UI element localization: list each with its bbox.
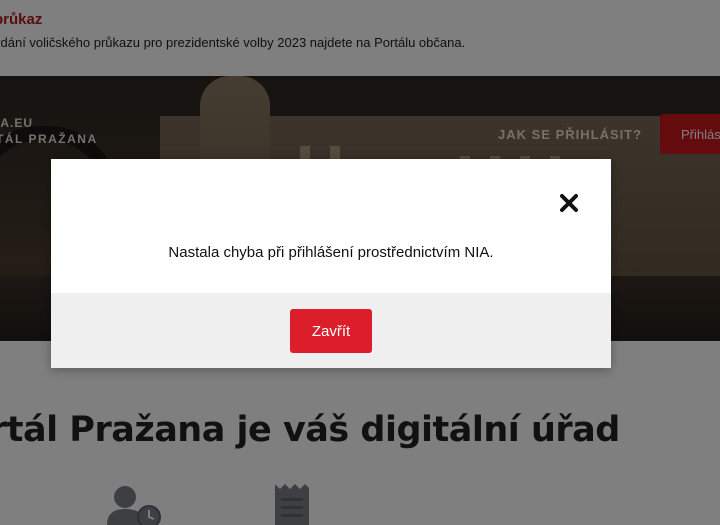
modal-footer: Zavřít: [51, 293, 611, 368]
error-message: Nastala chyba při přihlášení prostřednic…: [168, 244, 494, 261]
close-modal-button[interactable]: Zavřít: [290, 309, 372, 353]
close-icon: [560, 194, 578, 212]
modal-close-button[interactable]: [555, 189, 583, 217]
error-modal: Nastala chyba při přihlášení prostřednic…: [51, 159, 611, 368]
